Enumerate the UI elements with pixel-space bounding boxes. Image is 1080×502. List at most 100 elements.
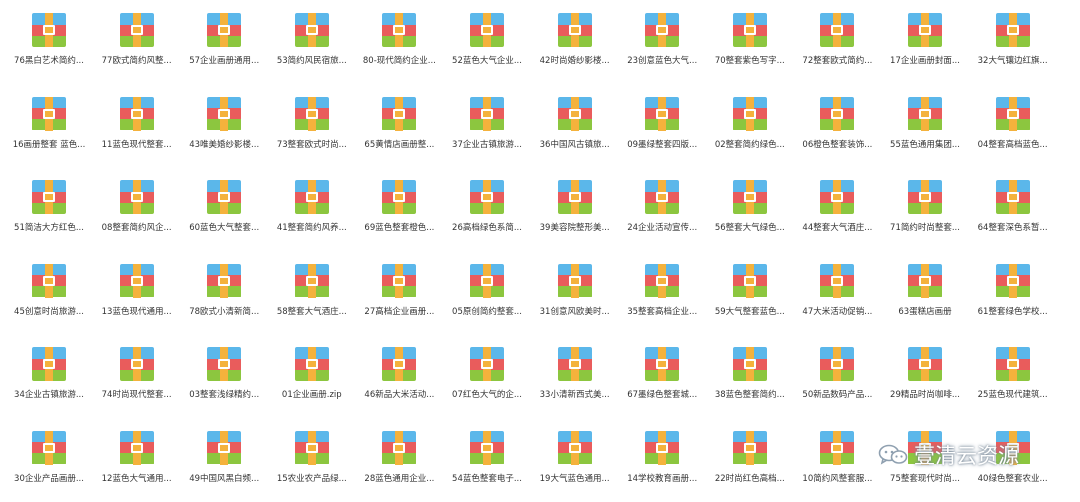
archive-zip-icon [119,180,154,214]
file-item[interactable]: 55蓝色通用集团... [882,84,968,154]
file-name: 30企业产品画册... [14,473,84,484]
archive-zip-icon [908,96,942,131]
archive-zip-icon [908,180,942,214]
watermark-text: 壹清云资源 [914,444,1019,468]
file-item[interactable]: 67墨绿色整套城... [619,334,705,404]
file-item[interactable]: 08整套简约风企... [94,167,180,237]
file-item[interactable]: 09墨绿整套四版... [619,84,705,154]
file-item[interactable]: 65黄情店画册整... [356,84,442,154]
file-item[interactable]: 46新品大米活动... [356,334,442,404]
archive-zip-icon [645,13,680,47]
file-item[interactable]: 12蓝色大气通用... [94,418,180,488]
file-item[interactable]: 43唯美婚纱影楼... [181,84,267,154]
file-item[interactable]: 30企业产品画册... [6,418,92,488]
file-item[interactable]: 49中国风黑白频... [181,418,267,488]
file-item[interactable]: 52蓝色大气企业... [444,0,530,70]
file-item[interactable]: 50新品数码产品... [794,334,880,404]
file-item[interactable]: 22时尚红色高档... [707,418,793,488]
file-item[interactable]: 04整套高档蓝色... [970,84,1056,154]
file-grid: 76黑白艺术简约... 77欧式简约风整... 57企业画册通用... 53简约风民宿… [0,0,1080,502]
file-item[interactable]: 13蓝色现代通用... [94,251,180,321]
file-item[interactable]: 05原创简约整套... [444,251,530,321]
file-item[interactable]: 16画册整套 蓝色... [6,84,92,154]
file-item[interactable]: 64整套深色系暂... [970,167,1056,237]
file-item[interactable]: 10简约风整套服... [794,418,880,488]
file-item[interactable]: 14学校教育画册... [619,418,705,488]
file-item[interactable]: 32大气镶边红旗... [970,0,1056,70]
file-item[interactable]: 02整套简约绿色... [707,84,793,154]
archive-zip-icon [820,96,855,131]
file-item[interactable]: 57企业画册通用... [181,0,267,70]
file-item[interactable]: 39美容院整形美... [532,167,618,237]
file-item[interactable]: 29精品时尚咖啡... [882,334,968,404]
file-item[interactable]: 28蓝色通用企业... [356,418,442,488]
file-item[interactable]: 25蓝色现代建筑... [970,334,1056,404]
file-item[interactable]: 36中国风古镇旅... [532,84,618,154]
file-item[interactable]: 60蓝色大气整套... [181,167,267,237]
file-item[interactable]: 23创意蓝色大气... [619,0,705,70]
file-item[interactable]: 70整套紫色写字... [707,0,793,70]
file-name: 56整套大气绿色... [714,223,785,233]
file-item[interactable]: 53简约风民宿旅... [269,0,355,70]
file-item[interactable]: 01企业画册.zip [269,334,355,404]
file-item[interactable]: 34企业古镇旅游... [6,334,92,404]
file-item[interactable]: 71简约时尚整套... [882,167,968,237]
file-item[interactable]: 31创意风欧美时... [532,251,618,321]
file-item[interactable]: 58整套大气酒庄... [269,251,355,321]
file-item[interactable]: 38蓝色整套简约... [707,334,793,404]
file-name: 43唯美婚纱影楼... [189,139,260,150]
archive-zip-icon [557,347,592,381]
file-item[interactable]: 37企业古镇旅游... [444,84,530,154]
file-name: 52蓝色大气企业... [452,56,522,66]
file-item[interactable]: 77欧式简约风整... [94,0,180,70]
file-name: 06橙色整套装饰... [802,139,873,150]
file-item[interactable]: 11蓝色现代整套... [94,84,180,154]
file-item[interactable]: 47大米活动促销... [794,251,880,321]
file-name: 35整套高档企业... [627,306,698,317]
file-item[interactable]: 03整套浅绿精约... [181,334,267,404]
file-item[interactable]: 76黑白艺术简约... [6,0,92,70]
file-item[interactable]: 06橙色整套装饰... [794,84,880,154]
file-item[interactable]: 19大气蓝色通用... [532,418,618,488]
file-item[interactable]: 73整套欧式时尚... [269,84,355,154]
archive-zip-icon [470,13,504,47]
archive-zip-icon [294,180,329,214]
archive-zip-icon [207,263,242,298]
file-item[interactable]: 45创意时尚旅游... [6,251,92,321]
archive-zip-icon [119,347,154,381]
file-name: 74时尚现代整套... [101,390,172,400]
file-item[interactable]: 78欧式小清新简... [181,251,267,321]
file-item[interactable]: 17企业画册封面... [882,0,968,70]
file-item[interactable]: 35整套高档企业... [619,251,705,321]
file-name: 22时尚红色高档... [714,473,785,484]
file-item[interactable]: 69蓝色整套橙色... [356,167,442,237]
archive-zip-icon [382,96,417,131]
file-item[interactable]: 44整套大气酒庄... [794,167,880,237]
file-item[interactable]: 15农业农产品绿... [269,418,355,488]
file-item[interactable]: 42时尚婚纱影楼... [532,0,618,70]
file-item[interactable]: 80-现代简约企业... [356,0,442,70]
file-name: 14学校教育画册... [627,473,698,484]
file-item[interactable]: 74时尚现代整套... [94,334,180,404]
file-item[interactable]: 59大气整套蓝色... [707,251,793,321]
archive-zip-icon [820,263,855,298]
file-item[interactable]: 07红色大气的企... [444,334,530,404]
file-item[interactable]: 63蛋糕店画册 [882,251,968,321]
file-name: 13蓝色现代通用... [101,306,172,317]
file-item[interactable]: 61整套绿色学校... [970,251,1056,321]
file-name: 25蓝色现代建筑... [977,390,1048,400]
file-item[interactable]: 56整套大气绿色... [707,167,793,237]
watermark: 壹清云资源 [878,440,1019,470]
file-name: 31创意风欧美时... [539,306,610,317]
archive-zip-icon [470,347,504,381]
file-item[interactable]: 33小清新西式美... [532,334,618,404]
archive-zip-icon [382,263,417,298]
file-item[interactable]: 27高档企业画册... [356,251,442,321]
file-item[interactable]: 51简洁大方红色... [6,167,92,237]
file-item[interactable]: 24企业活动宣传... [619,167,705,237]
file-name: 15农业农产品绿... [276,473,347,484]
file-item[interactable]: 72整套欧式简约... [794,0,880,70]
file-item[interactable]: 41整套简约风养... [269,167,355,237]
file-item[interactable]: 54蓝色整套电子... [444,418,530,488]
file-item[interactable]: 26高档绿色系简... [444,167,530,237]
